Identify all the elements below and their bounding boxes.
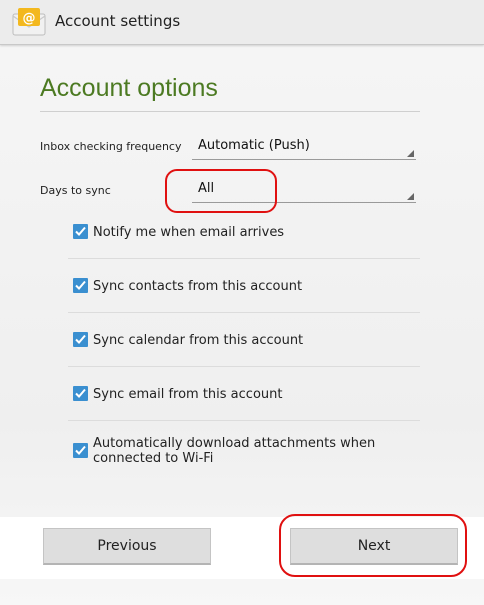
spinner-arrow-icon (407, 193, 414, 200)
checkbox-checked-icon[interactable] (73, 386, 88, 401)
sync-calendar-checkbox-row[interactable]: Sync calendar from this account (68, 332, 420, 350)
notify-checkbox-row[interactable]: Notify me when email arrives (68, 224, 420, 242)
page-title: Account options (40, 74, 218, 102)
days-to-sync-spinner[interactable]: All (192, 178, 416, 203)
sync-contacts-label: Sync contacts from this account (93, 279, 303, 294)
inbox-frequency-spinner[interactable]: Automatic (Push) (192, 135, 416, 160)
checkbox-checked-icon[interactable] (73, 332, 88, 347)
divider (68, 366, 420, 367)
action-bar: @ Account settings (0, 0, 484, 45)
divider (68, 258, 420, 259)
title-divider (40, 111, 420, 112)
spinner-arrow-icon (407, 150, 414, 157)
checkbox-checked-icon[interactable] (73, 443, 88, 458)
sync-contacts-checkbox-row[interactable]: Sync contacts from this account (68, 278, 420, 296)
previous-button[interactable]: Previous (43, 528, 211, 565)
sync-email-label: Sync email from this account (93, 387, 283, 402)
email-app-icon[interactable]: @ (12, 8, 46, 36)
days-to-sync-label: Days to sync (40, 184, 111, 197)
inbox-frequency-value: Automatic (Push) (198, 138, 310, 153)
inbox-frequency-label: Inbox checking frequency (40, 140, 182, 153)
svg-text:@: @ (23, 11, 36, 26)
download-attachments-checkbox-row[interactable]: Automatically download attachments when … (68, 436, 420, 470)
next-button[interactable]: Next (290, 528, 458, 565)
days-to-sync-value: All (198, 181, 215, 196)
sync-email-checkbox-row[interactable]: Sync email from this account (68, 386, 420, 404)
divider (68, 312, 420, 313)
divider (68, 420, 420, 421)
sync-calendar-label: Sync calendar from this account (93, 333, 304, 348)
checkbox-checked-icon[interactable] (73, 224, 88, 239)
download-attachments-label: Automatically download attachments when … (93, 436, 376, 466)
notify-label: Notify me when email arrives (93, 225, 285, 240)
checkbox-checked-icon[interactable] (73, 278, 88, 293)
window-title: Account settings (55, 12, 181, 30)
